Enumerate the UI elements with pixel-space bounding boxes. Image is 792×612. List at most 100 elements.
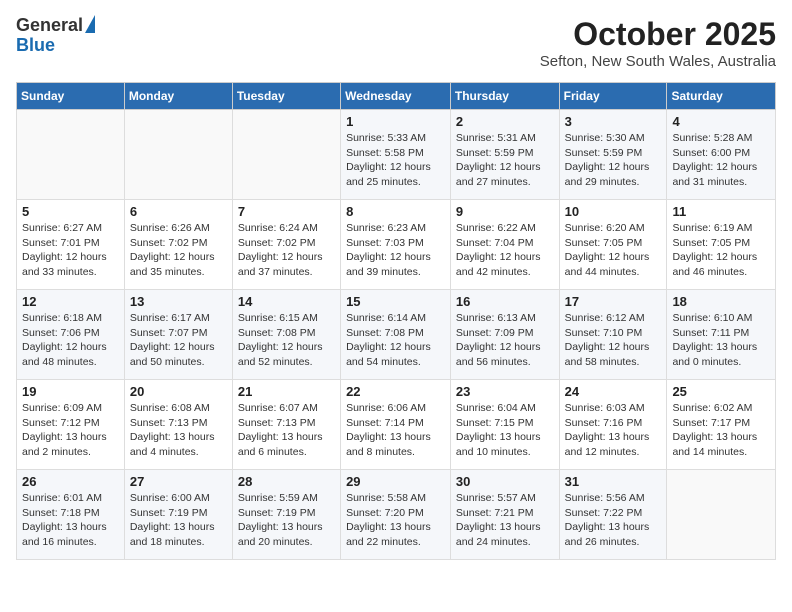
logo: General Blue <box>16 16 95 56</box>
day-number: 10 <box>565 204 662 219</box>
day-number: 23 <box>456 384 554 399</box>
day-info: Sunrise: 6:03 AM Sunset: 7:16 PM Dayligh… <box>565 401 662 460</box>
day-number: 22 <box>346 384 445 399</box>
header-friday: Friday <box>559 83 667 110</box>
day-number: 8 <box>346 204 445 219</box>
calendar-subtitle: Sefton, New South Wales, Australia <box>540 53 776 70</box>
calendar-cell: 6 Sunrise: 6:26 AM Sunset: 7:02 PM Daylig… <box>124 200 232 290</box>
week-row-1: 5 Sunrise: 6:27 AM Sunset: 7:01 PM Daylig… <box>17 200 776 290</box>
day-info: Sunrise: 6:13 AM Sunset: 7:09 PM Dayligh… <box>456 311 554 370</box>
calendar-cell: 31 Sunrise: 5:56 AM Sunset: 7:22 PM Dayli… <box>559 470 667 560</box>
day-info: Sunrise: 6:23 AM Sunset: 7:03 PM Dayligh… <box>346 221 445 280</box>
day-number: 5 <box>22 204 119 219</box>
day-number: 3 <box>565 114 662 129</box>
calendar-cell: 1Sunrise: 5:33 AM Sunset: 5:58 PM Daylig… <box>341 110 451 200</box>
day-info: Sunrise: 6:08 AM Sunset: 7:13 PM Dayligh… <box>130 401 227 460</box>
day-info: Sunrise: 6:26 AM Sunset: 7:02 PM Dayligh… <box>130 221 227 280</box>
day-number: 7 <box>238 204 335 219</box>
calendar-cell: 18 Sunrise: 6:10 AM Sunset: 7:11 PM Dayli… <box>667 290 776 380</box>
week-row-4: 26Sunrise: 6:01 AM Sunset: 7:18 PM Dayli… <box>17 470 776 560</box>
day-info: Sunrise: 6:22 AM Sunset: 7:04 PM Dayligh… <box>456 221 554 280</box>
calendar-cell: 26Sunrise: 6:01 AM Sunset: 7:18 PM Dayli… <box>17 470 125 560</box>
day-number: 21 <box>238 384 335 399</box>
week-row-3: 19 Sunrise: 6:09 AM Sunset: 7:12 PM Dayli… <box>17 380 776 470</box>
calendar-cell: 8 Sunrise: 6:23 AM Sunset: 7:03 PM Daylig… <box>341 200 451 290</box>
day-info: Sunrise: 6:09 AM Sunset: 7:12 PM Dayligh… <box>22 401 119 460</box>
calendar-cell: 21 Sunrise: 6:07 AM Sunset: 7:13 PM Dayli… <box>232 380 340 470</box>
calendar-cell <box>124 110 232 200</box>
header-wednesday: Wednesday <box>341 83 451 110</box>
header-sunday: Sunday <box>17 83 125 110</box>
day-info: Sunrise: 6:19 AM Sunset: 7:05 PM Dayligh… <box>672 221 770 280</box>
day-info: Sunrise: 5:57 AM Sunset: 7:21 PM Dayligh… <box>456 491 554 550</box>
day-info: Sunrise: 6:18 AM Sunset: 7:06 PM Dayligh… <box>22 311 119 370</box>
day-info: Sunrise: 6:24 AM Sunset: 7:02 PM Dayligh… <box>238 221 335 280</box>
calendar-cell: 11Sunrise: 6:19 AM Sunset: 7:05 PM Dayli… <box>667 200 776 290</box>
day-number: 12 <box>22 294 119 309</box>
day-number: 28 <box>238 474 335 489</box>
day-info: Sunrise: 6:17 AM Sunset: 7:07 PM Dayligh… <box>130 311 227 370</box>
day-info: Sunrise: 6:04 AM Sunset: 7:15 PM Dayligh… <box>456 401 554 460</box>
calendar-cell <box>17 110 125 200</box>
day-info: Sunrise: 5:28 AM Sunset: 6:00 PM Dayligh… <box>672 131 770 190</box>
calendar-cell <box>667 470 776 560</box>
calendar-cell <box>232 110 340 200</box>
day-info: Sunrise: 5:59 AM Sunset: 7:19 PM Dayligh… <box>238 491 335 550</box>
day-number: 13 <box>130 294 227 309</box>
day-info: Sunrise: 6:07 AM Sunset: 7:13 PM Dayligh… <box>238 401 335 460</box>
day-info: Sunrise: 6:27 AM Sunset: 7:01 PM Dayligh… <box>22 221 119 280</box>
calendar-cell: 7 Sunrise: 6:24 AM Sunset: 7:02 PM Daylig… <box>232 200 340 290</box>
day-number: 6 <box>130 204 227 219</box>
day-number: 1 <box>346 114 445 129</box>
day-number: 27 <box>130 474 227 489</box>
header-monday: Monday <box>124 83 232 110</box>
day-number: 14 <box>238 294 335 309</box>
day-number: 25 <box>672 384 770 399</box>
day-info: Sunrise: 5:31 AM Sunset: 5:59 PM Dayligh… <box>456 131 554 190</box>
calendar-cell: 28 Sunrise: 5:59 AM Sunset: 7:19 PM Dayli… <box>232 470 340 560</box>
day-info: Sunrise: 5:56 AM Sunset: 7:22 PM Dayligh… <box>565 491 662 550</box>
logo-general: General <box>16 16 83 36</box>
calendar-cell: 20Sunrise: 6:08 AM Sunset: 7:13 PM Dayli… <box>124 380 232 470</box>
calendar-cell: 16 Sunrise: 6:13 AM Sunset: 7:09 PM Dayli… <box>450 290 559 380</box>
calendar-cell: 3Sunrise: 5:30 AM Sunset: 5:59 PM Daylig… <box>559 110 667 200</box>
week-row-0: 1Sunrise: 5:33 AM Sunset: 5:58 PM Daylig… <box>17 110 776 200</box>
day-info: Sunrise: 5:58 AM Sunset: 7:20 PM Dayligh… <box>346 491 445 550</box>
day-info: Sunrise: 6:20 AM Sunset: 7:05 PM Dayligh… <box>565 221 662 280</box>
page-header: General Blue October 2025 Sefton, New So… <box>16 16 776 70</box>
calendar-cell: 25 Sunrise: 6:02 AM Sunset: 7:17 PM Dayli… <box>667 380 776 470</box>
calendar-cell: 23 Sunrise: 6:04 AM Sunset: 7:15 PM Dayli… <box>450 380 559 470</box>
header-saturday: Saturday <box>667 83 776 110</box>
calendar-cell: 4 Sunrise: 5:28 AM Sunset: 6:00 PM Daylig… <box>667 110 776 200</box>
day-info: Sunrise: 6:00 AM Sunset: 7:19 PM Dayligh… <box>130 491 227 550</box>
day-info: Sunrise: 6:06 AM Sunset: 7:14 PM Dayligh… <box>346 401 445 460</box>
day-number: 15 <box>346 294 445 309</box>
day-number: 18 <box>672 294 770 309</box>
day-number: 2 <box>456 114 554 129</box>
day-info: Sunrise: 6:14 AM Sunset: 7:08 PM Dayligh… <box>346 311 445 370</box>
calendar-cell: 19 Sunrise: 6:09 AM Sunset: 7:12 PM Dayli… <box>17 380 125 470</box>
day-number: 24 <box>565 384 662 399</box>
calendar-cell: 29Sunrise: 5:58 AM Sunset: 7:20 PM Dayli… <box>341 470 451 560</box>
title-block: October 2025 Sefton, New South Wales, Au… <box>540 16 776 70</box>
calendar-header-row: SundayMondayTuesdayWednesdayThursdayFrid… <box>17 83 776 110</box>
day-number: 30 <box>456 474 554 489</box>
day-info: Sunrise: 6:10 AM Sunset: 7:11 PM Dayligh… <box>672 311 770 370</box>
week-row-2: 12 Sunrise: 6:18 AM Sunset: 7:06 PM Dayli… <box>17 290 776 380</box>
calendar-cell: 14 Sunrise: 6:15 AM Sunset: 7:08 PM Dayli… <box>232 290 340 380</box>
day-number: 4 <box>672 114 770 129</box>
day-number: 31 <box>565 474 662 489</box>
day-info: Sunrise: 6:15 AM Sunset: 7:08 PM Dayligh… <box>238 311 335 370</box>
calendar-title: October 2025 <box>540 16 776 53</box>
calendar-cell: 2 Sunrise: 5:31 AM Sunset: 5:59 PM Daylig… <box>450 110 559 200</box>
day-number: 9 <box>456 204 554 219</box>
calendar-cell: 27 Sunrise: 6:00 AM Sunset: 7:19 PM Dayli… <box>124 470 232 560</box>
day-number: 19 <box>22 384 119 399</box>
calendar-cell: 17Sunrise: 6:12 AM Sunset: 7:10 PM Dayli… <box>559 290 667 380</box>
day-number: 26 <box>22 474 119 489</box>
day-info: Sunrise: 6:02 AM Sunset: 7:17 PM Dayligh… <box>672 401 770 460</box>
header-tuesday: Tuesday <box>232 83 340 110</box>
calendar-cell: 9 Sunrise: 6:22 AM Sunset: 7:04 PM Daylig… <box>450 200 559 290</box>
calendar-cell: 24 Sunrise: 6:03 AM Sunset: 7:16 PM Dayli… <box>559 380 667 470</box>
day-number: 16 <box>456 294 554 309</box>
